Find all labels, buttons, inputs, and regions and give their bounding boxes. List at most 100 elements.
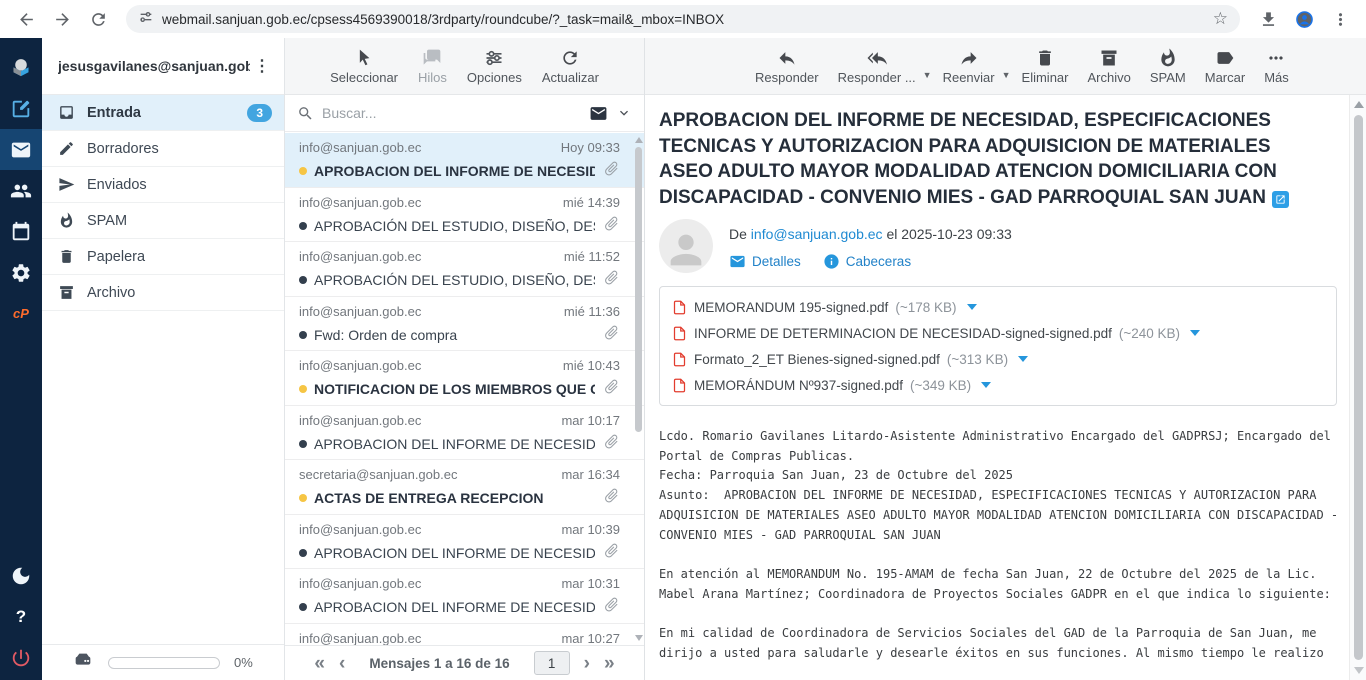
roundcube-logo-rail-button[interactable] bbox=[0, 47, 42, 88]
eliminar-button[interactable]: Eliminar bbox=[1022, 48, 1069, 85]
view-scroll-thumb[interactable] bbox=[1354, 115, 1363, 660]
message-row[interactable]: secretaria@sanjuan.gob.ecmar 16:34ACTAS … bbox=[285, 460, 644, 515]
message-row[interactable]: info@sanjuan.gob.ecmié 10:43NOTIFICACION… bbox=[285, 351, 644, 406]
folder-label: Borradores bbox=[87, 141, 272, 157]
archive-icon bbox=[58, 284, 75, 301]
cpanel-rail-button[interactable]: cP bbox=[0, 293, 42, 334]
webmail-app: cP? jesusgavilanes@sanjuan.gob.... ⋮ Ent… bbox=[0, 38, 1366, 680]
downloads-icon[interactable] bbox=[1252, 3, 1284, 35]
message-row[interactable]: info@sanjuan.gob.ecmar 10:27 bbox=[285, 624, 644, 646]
paperclip-icon bbox=[603, 160, 620, 182]
detalles-button[interactable]: Detalles bbox=[729, 253, 801, 270]
paperclip-icon bbox=[603, 324, 620, 346]
browser-back-icon[interactable] bbox=[10, 3, 42, 35]
list-scroll-thumb[interactable] bbox=[635, 147, 642, 432]
message-sender: info@sanjuan.gob.ec bbox=[299, 249, 421, 264]
search-icon bbox=[297, 105, 314, 122]
cabeceras-button[interactable]: Cabeceras bbox=[823, 253, 911, 270]
scroll-down-icon[interactable] bbox=[635, 635, 643, 641]
message-date: mié 11:36 bbox=[564, 304, 620, 319]
attachment-name[interactable]: MEMORANDUM 195-signed.pdf bbox=[694, 300, 888, 315]
más-button[interactable]: Más bbox=[1264, 48, 1289, 85]
prev-page-icon[interactable]: ‹ bbox=[339, 654, 345, 673]
attachment-menu-caret-icon[interactable] bbox=[1018, 356, 1028, 362]
view-scrollbar[interactable] bbox=[1349, 95, 1366, 680]
pdf-icon bbox=[672, 300, 687, 315]
action-label: Detalles bbox=[752, 254, 801, 269]
paperclip-icon bbox=[603, 215, 620, 237]
responder-button[interactable]: Responder bbox=[755, 48, 819, 85]
account-email: jesusgavilanes@sanjuan.gob.... bbox=[58, 58, 250, 74]
search-scope-envelope-icon[interactable] bbox=[589, 104, 608, 123]
archivo-button[interactable]: Archivo bbox=[1088, 48, 1131, 85]
marcar-button[interactable]: Marcar bbox=[1205, 48, 1245, 85]
settings-rail-button[interactable] bbox=[0, 252, 42, 293]
seleccionar-button[interactable]: Seleccionar bbox=[330, 48, 398, 85]
first-page-icon[interactable]: « bbox=[314, 654, 325, 673]
sidebar-folder-archivo[interactable]: Archivo bbox=[42, 275, 284, 311]
profile-icon[interactable] bbox=[1288, 3, 1320, 35]
address-bar[interactable]: webmail.sanjuan.gob.ec/cpsess4569390018/… bbox=[126, 5, 1240, 33]
contacts-rail-button[interactable] bbox=[0, 170, 42, 211]
hilos-button[interactable]: Hilos bbox=[418, 48, 447, 85]
moon-rail-button[interactable] bbox=[0, 555, 42, 596]
attachment-name[interactable]: MEMORÁNDUM Nº937-signed.pdf bbox=[694, 378, 903, 393]
mail-rail-button[interactable] bbox=[0, 129, 42, 170]
message-sender: secretaria@sanjuan.gob.ec bbox=[299, 467, 457, 482]
search-options-chevron-icon[interactable] bbox=[616, 105, 632, 121]
attachment-menu-caret-icon[interactable] bbox=[981, 382, 991, 388]
page-number-input[interactable] bbox=[534, 651, 570, 675]
spam-button[interactable]: SPAM bbox=[1150, 48, 1186, 85]
read-dot-icon bbox=[299, 603, 307, 611]
message-row[interactable]: info@sanjuan.gob.ecmié 14:39APROBACIÓN D… bbox=[285, 188, 644, 243]
dropdown-caret-icon[interactable]: ▼ bbox=[923, 70, 932, 80]
paperclip-icon bbox=[603, 487, 620, 509]
responder-button[interactable]: Responder ... bbox=[838, 48, 916, 85]
browser-forward-icon[interactable] bbox=[46, 3, 78, 35]
list-scrollbar[interactable] bbox=[633, 133, 644, 645]
compose-rail-button[interactable] bbox=[0, 88, 42, 129]
unread-badge: 3 bbox=[247, 104, 272, 122]
sender-email-link[interactable]: info@sanjuan.gob.ec bbox=[751, 226, 883, 242]
search-input[interactable] bbox=[322, 105, 581, 121]
attachment-name[interactable]: INFORME DE DETERMINACION DE NECESIDAD-si… bbox=[694, 326, 1112, 341]
message-row[interactable]: info@sanjuan.gob.ecmié 11:52APROBACIÓN D… bbox=[285, 242, 644, 297]
sidebar-folder-enviados[interactable]: Enviados bbox=[42, 167, 284, 203]
bookmark-star-icon[interactable]: ☆ bbox=[1213, 9, 1228, 29]
message-row[interactable]: info@sanjuan.gob.ecmié 11:36Fwd: Orden d… bbox=[285, 297, 644, 352]
opciones-button[interactable]: Opciones bbox=[467, 48, 522, 85]
power-rail-button[interactable] bbox=[0, 637, 42, 678]
message-row[interactable]: info@sanjuan.gob.ecmar 10:39APROBACION D… bbox=[285, 515, 644, 570]
sidebar-folder-entrada[interactable]: Entrada3 bbox=[42, 95, 284, 131]
site-info-icon[interactable] bbox=[138, 9, 154, 30]
scroll-up-icon[interactable] bbox=[635, 137, 643, 143]
message-row[interactable]: info@sanjuan.gob.ecmar 10:17APROBACION D… bbox=[285, 406, 644, 461]
sidebar-folder-papelera[interactable]: Papelera bbox=[42, 239, 284, 275]
calendar-rail-button[interactable] bbox=[0, 211, 42, 252]
attachment-menu-caret-icon[interactable] bbox=[967, 304, 977, 310]
toolbar-label: SPAM bbox=[1150, 70, 1186, 85]
message-sender: info@sanjuan.gob.ec bbox=[299, 631, 421, 646]
actualizar-button[interactable]: Actualizar bbox=[542, 48, 599, 85]
browser-reload-icon[interactable] bbox=[82, 3, 114, 35]
account-menu-icon[interactable]: ⋮ bbox=[250, 56, 274, 76]
message-sender: info@sanjuan.gob.ec bbox=[299, 358, 421, 373]
help-rail-button[interactable]: ? bbox=[0, 596, 42, 637]
reenviar-button[interactable]: Reenviar bbox=[943, 48, 995, 85]
sidebar-folder-borradores[interactable]: Borradores bbox=[42, 131, 284, 167]
message-row[interactable]: info@sanjuan.gob.ecHoy 09:33APROBACION D… bbox=[285, 133, 644, 188]
attachment-name[interactable]: Formato_2_ET Bienes-signed-signed.pdf bbox=[694, 352, 940, 367]
open-in-new-icon[interactable] bbox=[1272, 191, 1289, 208]
scroll-up-icon[interactable] bbox=[1354, 101, 1364, 108]
browser-menu-icon[interactable] bbox=[1324, 3, 1356, 35]
dropdown-caret-icon[interactable]: ▼ bbox=[1002, 70, 1011, 80]
sidebar-folder-spam[interactable]: SPAM bbox=[42, 203, 284, 239]
next-page-icon[interactable]: › bbox=[584, 654, 590, 673]
message-row[interactable]: info@sanjuan.gob.ecmar 10:31APROBACION D… bbox=[285, 569, 644, 624]
quota-percent: 0% bbox=[234, 655, 253, 670]
attachment-menu-caret-icon[interactable] bbox=[1190, 330, 1200, 336]
message-view-column: Responder Responder ... ▼ Reenviar ▼ Elimi… bbox=[645, 38, 1366, 680]
envelope-icon bbox=[729, 253, 746, 270]
last-page-icon[interactable]: » bbox=[604, 654, 615, 673]
scroll-down-icon[interactable] bbox=[1354, 667, 1364, 674]
